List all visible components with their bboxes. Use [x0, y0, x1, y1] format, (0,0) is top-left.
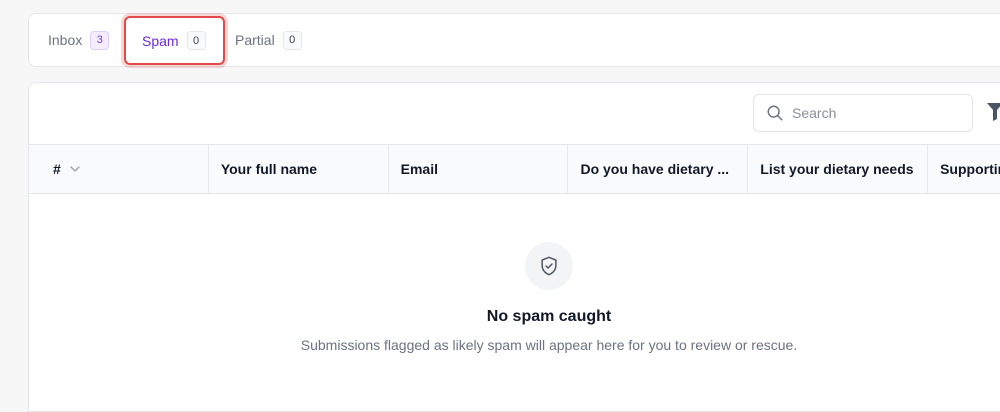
table-toolbar [29, 83, 1000, 145]
empty-state-description: Submissions flagged as likely spam will … [300, 337, 798, 353]
column-header-dietary-needs-label: List your dietary needs [760, 161, 914, 177]
tab-partial[interactable]: Partial 0 [235, 14, 302, 66]
empty-state-title: No spam caught [486, 308, 612, 325]
column-header-dietary-question-label: Do you have dietary ... [580, 161, 730, 177]
search-icon [767, 105, 783, 121]
table-header: # Your full name Email Do you have dieta… [29, 145, 1000, 194]
submissions-panel: # Your full name Email Do you have dieta… [28, 82, 1000, 412]
tab-spam-label: Spam [142, 32, 179, 49]
submission-tabs: Inbox 3 Spam 0 Partial 0 [28, 13, 1000, 67]
column-header-number-label: # [53, 161, 61, 177]
column-header-email[interactable]: Email [389, 145, 569, 193]
column-header-full-name-label: Your full name [220, 161, 318, 177]
column-header-email-label: Email [400, 161, 438, 177]
chevron-down-icon [69, 163, 81, 175]
column-header-number[interactable]: # [29, 145, 209, 193]
tab-partial-label: Partial [235, 32, 275, 48]
column-header-full-name[interactable]: Your full name [209, 145, 389, 193]
tab-spam-count: 0 [186, 31, 206, 50]
column-header-dietary-question[interactable]: Do you have dietary ... [568, 145, 749, 193]
shield-check-icon [525, 242, 573, 290]
tab-spam[interactable]: Spam 0 [124, 16, 225, 65]
tab-inbox[interactable]: Inbox 3 [48, 14, 110, 66]
column-header-supporting[interactable]: Supporting [928, 145, 1000, 193]
tab-inbox-label: Inbox [48, 32, 83, 48]
search-box[interactable] [753, 94, 973, 132]
filter-icon[interactable] [987, 103, 1000, 121]
column-header-supporting-label: Supporting [940, 161, 1000, 177]
tab-partial-count: 0 [282, 30, 302, 50]
tab-inbox-count: 3 [90, 30, 110, 50]
column-header-dietary-needs[interactable]: List your dietary needs [748, 145, 929, 193]
search-input[interactable] [792, 105, 962, 121]
